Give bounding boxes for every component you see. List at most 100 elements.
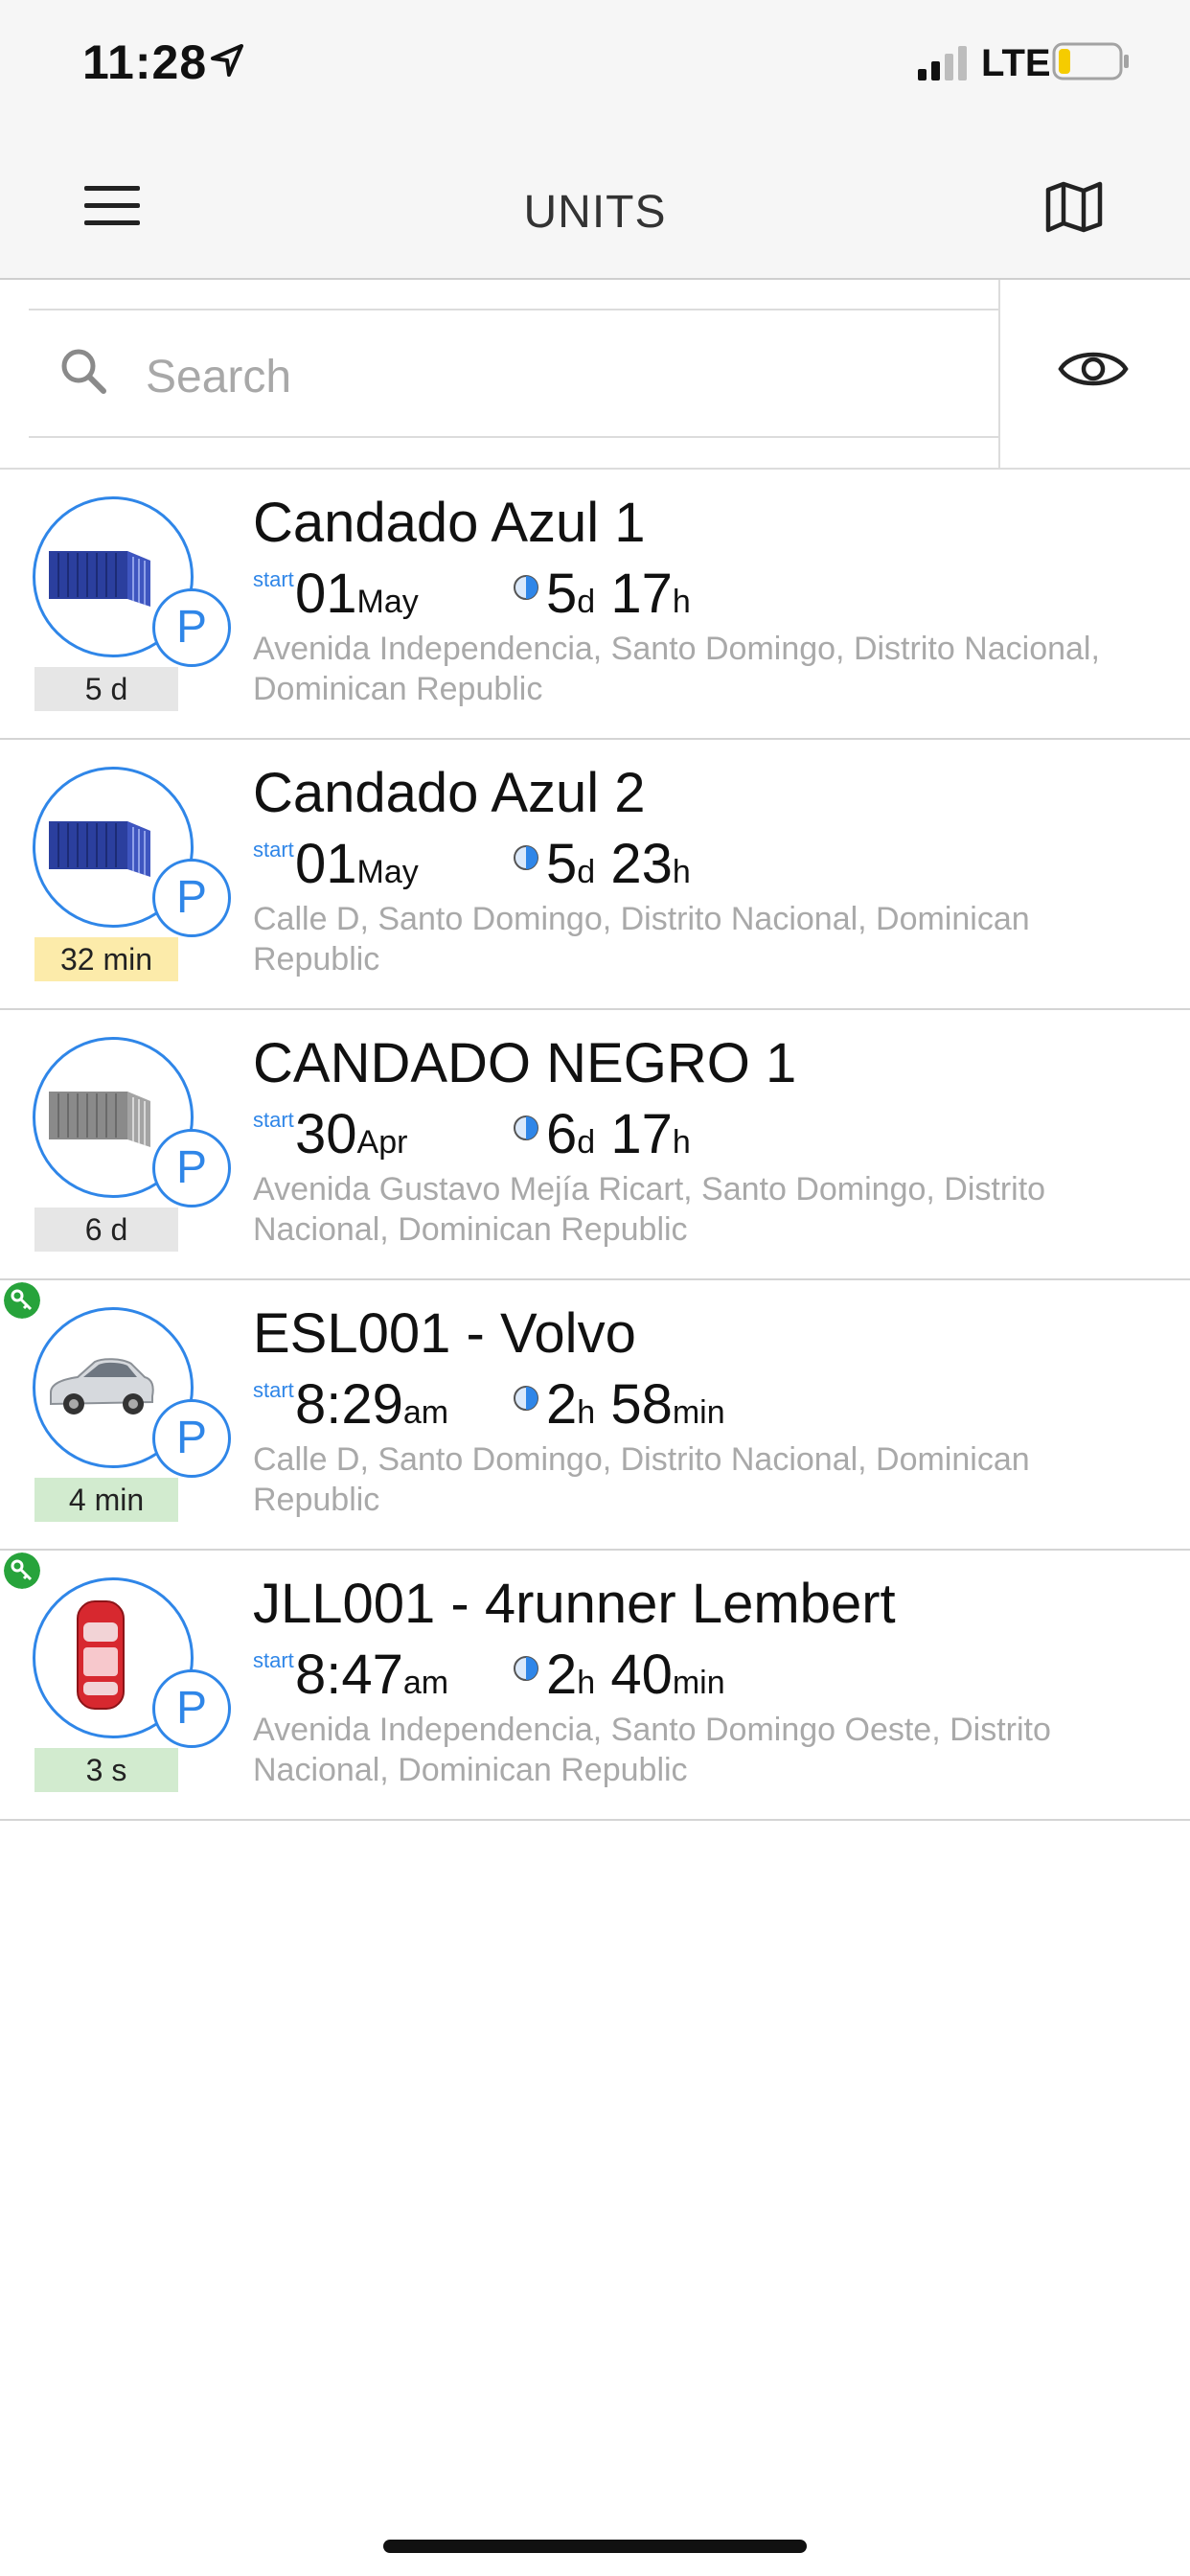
unit-row[interactable]: P4 min ESL001 - Volvo start 8:29am 2h 58min C… — [0, 1280, 1190, 1551]
duration-icon — [514, 1656, 538, 1681]
start-value: 30 — [295, 1103, 357, 1165]
duration: 5d 23h — [546, 832, 691, 896]
unit-list: P5 d Candado Azul 1 start 01May 5d 17h Avenid… — [0, 470, 1190, 1821]
unit-row[interactable]: P 32 min Candado Azul 2 start 01May 5d 23h Cal… — [0, 740, 1190, 1010]
unit-avatar: P — [33, 767, 231, 937]
eye-icon[interactable] — [1058, 345, 1129, 393]
home-indicator — [383, 2540, 807, 2553]
start-time: 01May — [295, 832, 419, 896]
battery-icon — [1052, 42, 1129, 80]
parking-icon: P — [152, 1669, 231, 1748]
unit-row[interactable]: P6 d CANDADO NEGRO 1 start 30Apr 6d 17h Aveni… — [0, 1010, 1190, 1280]
duration-icon — [514, 1116, 538, 1140]
duration-unit-2: min — [672, 1665, 725, 1701]
duration-icon — [514, 575, 538, 600]
duration: 5d 17h — [546, 562, 691, 626]
unit-address: Avenida Independencia, Santo Domingo Oes… — [253, 1712, 1051, 1788]
duration-unit-1: d — [577, 1124, 596, 1161]
duration-unit-1: h — [577, 1394, 596, 1431]
unit-avatar: P — [33, 1037, 231, 1208]
start-time: 8:47am — [295, 1643, 448, 1707]
unit-address: Calle D, Santo Domingo, Distrito Naciona… — [253, 1441, 1030, 1518]
unit-name: Candado Azul 1 — [253, 492, 646, 554]
duration-unit-2: min — [672, 1394, 725, 1431]
duration-unit-2: h — [672, 1124, 691, 1161]
map-icon[interactable] — [1044, 180, 1104, 234]
duration-value-1: 2 — [546, 1373, 578, 1436]
duration-value-2: 17 — [610, 1103, 673, 1165]
unit-row[interactable]: P3 s JLL001 - 4runner Lembert start 8:47am 2… — [0, 1551, 1190, 1821]
divider — [29, 436, 998, 438]
duration-unit-1: d — [577, 584, 596, 620]
unit-avatar: P — [33, 1577, 231, 1748]
unit-name: Candado Azul 2 — [253, 762, 646, 824]
unit-name: ESL001 - Volvo — [253, 1302, 636, 1365]
unit-name: JLL001 - 4runner Lembert — [253, 1573, 896, 1635]
start-value: 8:29 — [295, 1373, 403, 1436]
duration: 2h 58min — [546, 1372, 725, 1437]
unit-address: Avenida Independencia, Santo Domingo, Di… — [253, 631, 1100, 707]
unit-image — [45, 808, 152, 882]
last-message-age-badge: 32 min — [34, 937, 178, 981]
parking-icon: P — [152, 1399, 231, 1478]
unit-avatar: P — [33, 1307, 231, 1478]
start-label: start — [253, 1108, 294, 1132]
network-type: LTE — [981, 42, 1051, 84]
start-time: 01May — [295, 562, 419, 626]
start-unit: May — [356, 584, 419, 620]
duration-unit-2: h — [672, 584, 691, 620]
parking-icon: P — [152, 588, 231, 667]
start-unit: Apr — [356, 1124, 408, 1161]
duration-value-1: 2 — [546, 1644, 578, 1706]
duration-icon — [514, 1386, 538, 1411]
duration-value-1: 6 — [546, 1103, 578, 1165]
duration-value-2: 23 — [610, 833, 673, 895]
start-time: 8:29am — [295, 1372, 448, 1437]
last-message-age-badge: 6 d — [34, 1208, 178, 1252]
start-time: 30Apr — [295, 1102, 407, 1166]
key-icon — [4, 1552, 40, 1589]
duration-icon — [514, 845, 538, 870]
duration-value-2: 58 — [610, 1373, 673, 1436]
last-message-age-badge: 5 d — [34, 667, 178, 711]
start-label: start — [253, 567, 294, 591]
unit-image — [45, 538, 152, 611]
duration-value-1: 5 — [546, 833, 578, 895]
signal-strength-icon — [918, 46, 967, 80]
start-label: start — [253, 838, 294, 862]
duration-unit-1: h — [577, 1665, 596, 1701]
unit-image — [45, 1348, 156, 1426]
unit-address: Avenida Gustavo Mejía Ricart, Santo Domi… — [253, 1171, 1046, 1248]
divider — [998, 280, 1000, 468]
duration: 2h 40min — [546, 1643, 725, 1707]
unit-name: CANDADO NEGRO 1 — [253, 1032, 797, 1094]
unit-image — [45, 1598, 156, 1717]
status-bar: 11:28 LTE — [0, 0, 1190, 126]
last-message-age-badge: 3 s — [34, 1748, 178, 1792]
start-value: 01 — [295, 833, 357, 895]
divider — [29, 309, 998, 310]
start-value: 01 — [295, 563, 357, 625]
search-icon — [61, 349, 106, 394]
start-label: start — [253, 1648, 294, 1672]
duration-value-1: 5 — [546, 563, 578, 625]
duration-unit-1: d — [577, 854, 596, 890]
search-input[interactable] — [144, 337, 972, 416]
unit-row[interactable]: P5 d Candado Azul 1 start 01May 5d 17h Avenid… — [0, 470, 1190, 740]
start-unit: May — [356, 854, 419, 890]
duration: 6d 17h — [546, 1102, 691, 1166]
start-value: 8:47 — [295, 1644, 403, 1706]
last-message-age-badge: 4 min — [34, 1478, 178, 1522]
unit-address: Calle D, Santo Domingo, Distrito Naciona… — [253, 901, 1030, 978]
status-time: 11:28 — [82, 35, 208, 89]
page-title: UNITS — [523, 187, 667, 238]
parking-icon: P — [152, 859, 231, 937]
start-label: start — [253, 1378, 294, 1402]
duration-unit-2: h — [672, 854, 691, 890]
location-arrow-icon — [211, 44, 243, 77]
unit-avatar: P — [33, 496, 231, 667]
start-unit: am — [402, 1394, 449, 1431]
duration-value-2: 40 — [610, 1644, 673, 1706]
navigation-bar: UNITS — [0, 126, 1190, 280]
parking-icon: P — [152, 1129, 231, 1208]
